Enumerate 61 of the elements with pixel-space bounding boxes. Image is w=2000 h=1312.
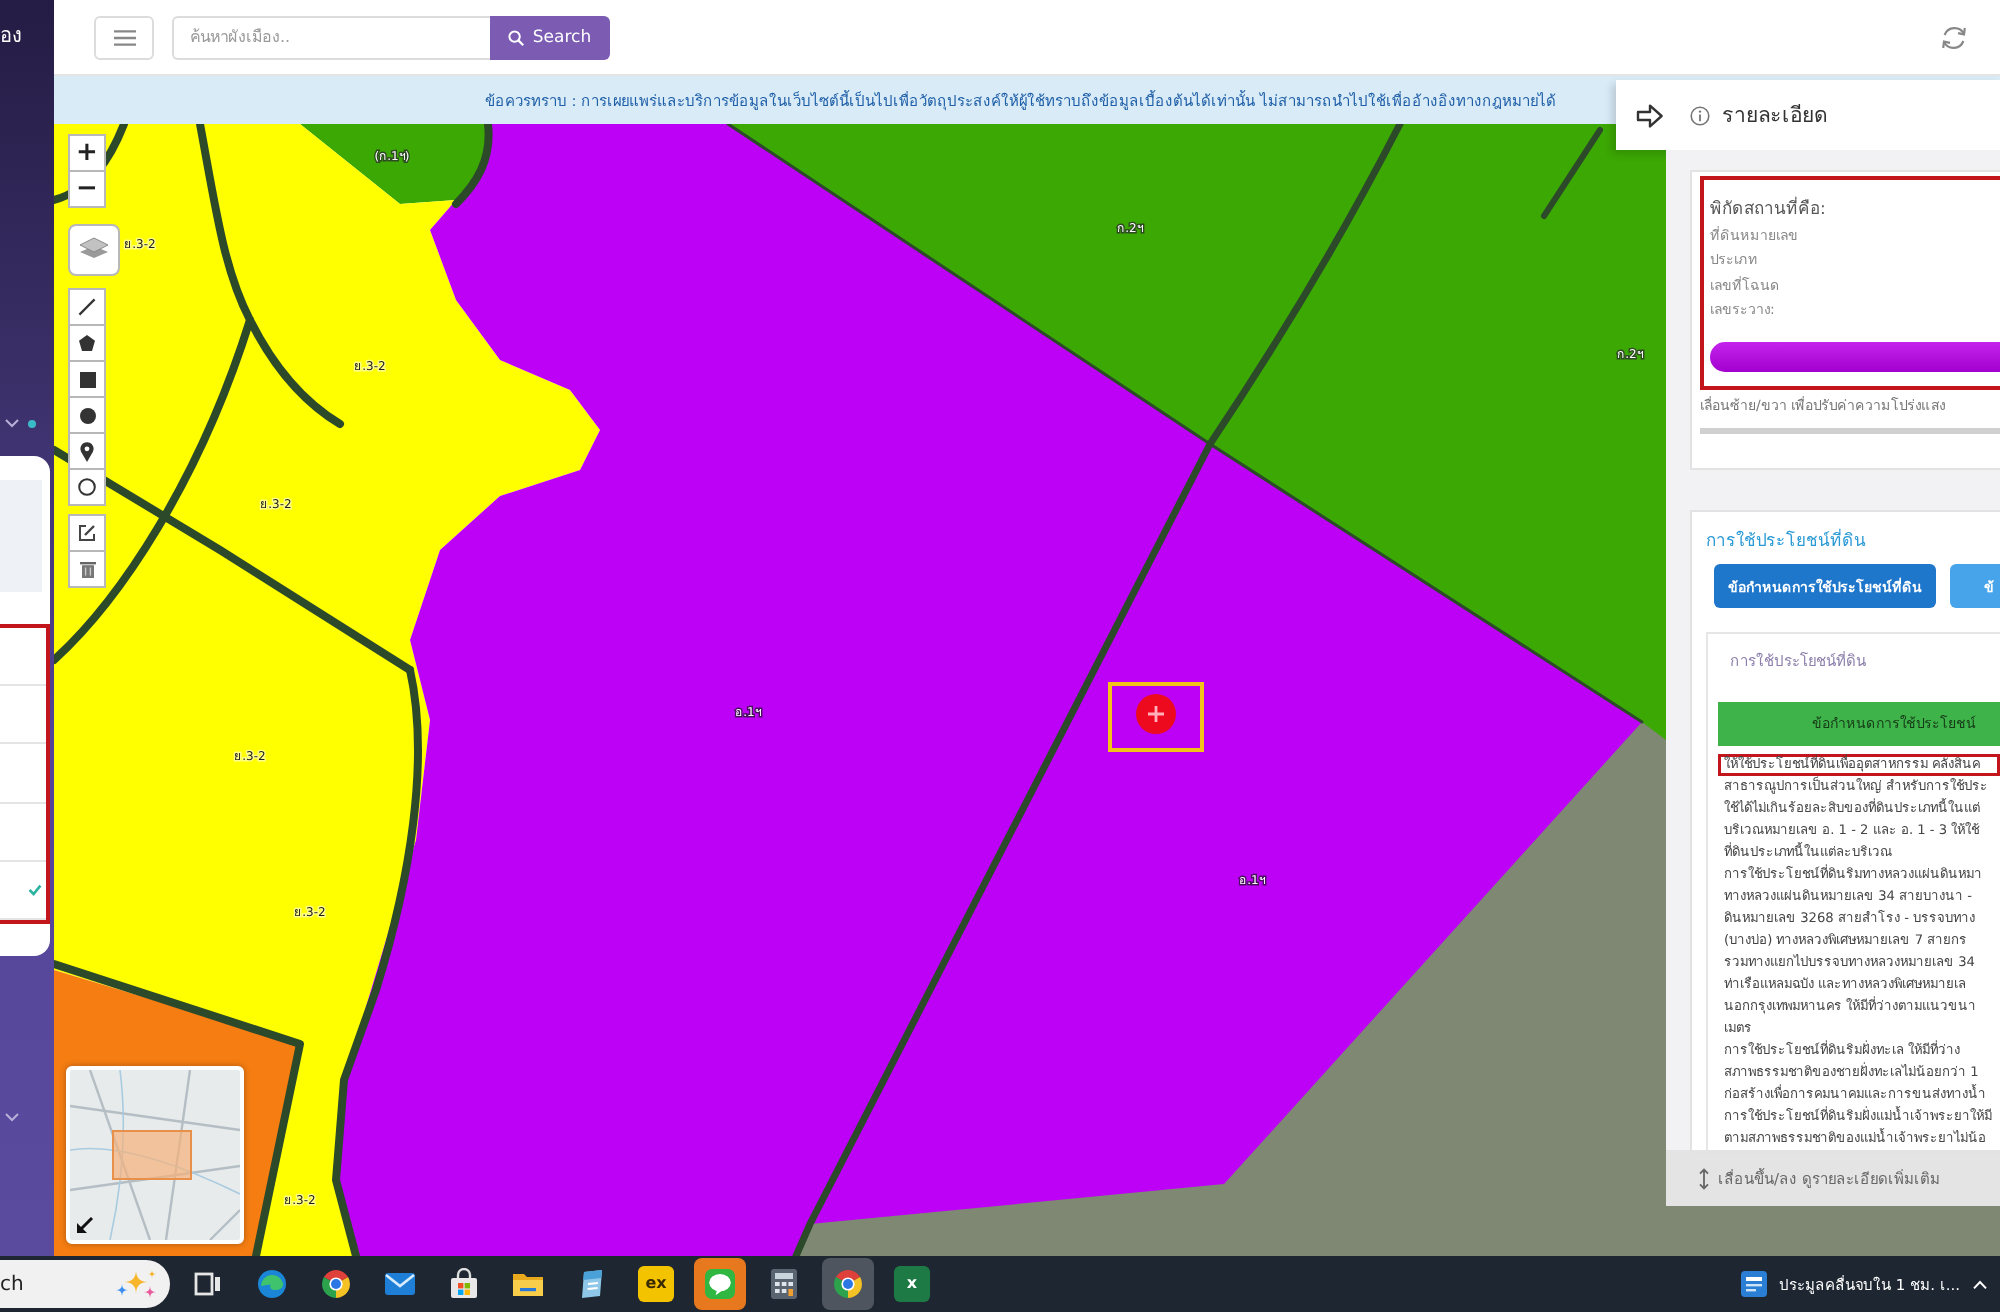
notepad-icon xyxy=(576,1268,608,1300)
chevron-up-icon[interactable] xyxy=(1972,1279,1988,1289)
folder-icon xyxy=(512,1270,544,1298)
check-icon xyxy=(28,883,42,896)
edit-icon xyxy=(78,524,96,542)
search-text: ch xyxy=(0,1273,24,1295)
location-marker-icon[interactable] xyxy=(1136,694,1176,734)
taskbar-button[interactable]: x xyxy=(894,1266,930,1302)
pentagon-icon xyxy=(78,334,96,352)
draw-tool-button[interactable] xyxy=(68,396,106,434)
task-view-icon xyxy=(194,1270,222,1298)
info-icon xyxy=(1690,105,1710,125)
collapse-button[interactable] xyxy=(1636,101,1664,129)
draw-tool-button[interactable] xyxy=(68,360,106,398)
mail-icon xyxy=(384,1270,416,1298)
taskbar-button[interactable] xyxy=(694,1258,746,1310)
chevron-down-icon xyxy=(4,1112,20,1122)
ring-icon xyxy=(78,478,96,496)
shopping-bag-icon xyxy=(448,1268,480,1300)
draw-tool-button[interactable] xyxy=(68,324,106,362)
draw-tool-button[interactable] xyxy=(68,432,106,470)
up-down-arrow-icon xyxy=(1698,1167,1710,1189)
zoom-in-button[interactable]: + xyxy=(68,134,106,172)
zoom-out-button[interactable]: − xyxy=(68,170,106,208)
section-title: การใช้ประโยชน์ที่ดิน xyxy=(1706,526,1868,554)
swirl-logo-icon xyxy=(256,1268,288,1300)
draw-tool-button[interactable] xyxy=(68,468,106,506)
sidebar-title: อง xyxy=(0,26,24,50)
search-field[interactable]: ค้นหาผังเมือง.. xyxy=(172,15,490,59)
circle-logo-icon xyxy=(832,1268,864,1300)
taskbar-button[interactable] xyxy=(822,1258,874,1310)
trash-icon xyxy=(79,560,95,578)
news-icon[interactable] xyxy=(1739,1270,1768,1298)
square-icon xyxy=(79,371,95,387)
layers-icon xyxy=(78,236,110,264)
chat-bubble-icon xyxy=(704,1268,736,1300)
map-pin-icon xyxy=(80,441,94,461)
menu-button[interactable] xyxy=(94,15,154,59)
search-icon xyxy=(508,29,525,45)
taskbar-button[interactable]: ex xyxy=(638,1266,674,1302)
calculator-icon xyxy=(770,1268,798,1300)
opacity-slider[interactable] xyxy=(1700,428,2000,435)
diagonal-line-icon xyxy=(78,298,96,316)
menu-icon xyxy=(113,29,135,45)
circle-icon xyxy=(79,407,95,423)
chevron-down-icon xyxy=(4,418,20,428)
road-line xyxy=(452,124,493,208)
status-dot-icon xyxy=(28,419,36,427)
circle-logo-icon xyxy=(320,1268,352,1300)
refresh-icon[interactable] xyxy=(1940,23,1968,51)
taskbar-search-field[interactable]: ch xyxy=(0,1260,170,1308)
arrow-icon[interactable] xyxy=(76,1216,94,1234)
location-heading: พิกัดสถานที่คือ: xyxy=(1710,196,1828,224)
delete-button[interactable] xyxy=(68,550,106,588)
arrow-right-icon xyxy=(1636,101,1664,129)
layers-button[interactable] xyxy=(68,224,120,276)
road-line xyxy=(54,124,128,204)
edit-button[interactable] xyxy=(68,514,106,552)
draw-tool-button[interactable] xyxy=(68,288,106,326)
panel-title: รายละเอียด xyxy=(1722,102,1828,132)
search-button[interactable]: Search xyxy=(490,15,610,59)
